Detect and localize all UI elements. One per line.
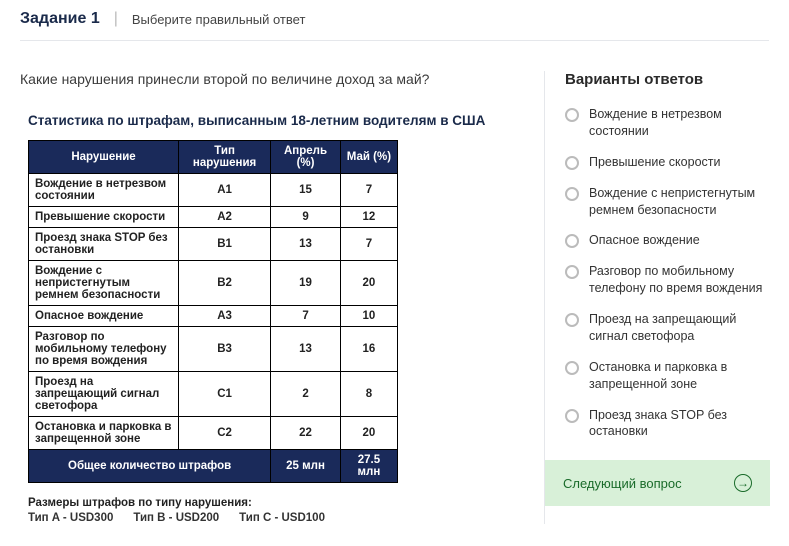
table-row: Опасное вождениеA3710 xyxy=(29,306,398,327)
option-label: Вождение в нетрезвом состоянии xyxy=(589,106,769,140)
cell-total-april: 25 млн xyxy=(271,450,341,483)
divider-icon: | xyxy=(114,10,118,28)
answers-panel: Варианты ответов Вождение в нетрезвом со… xyxy=(544,71,769,524)
stats-table: Нарушение Тип нарушения Апрель (%) Май (… xyxy=(28,140,398,483)
answer-option-0[interactable]: Вождение в нетрезвом состоянии xyxy=(565,106,769,140)
table-row: Вождение в нетрезвом состоянииA1157 xyxy=(29,174,398,207)
table-row: Вождение с непристегнутым ремнем безопас… xyxy=(29,261,398,306)
footnote-label: Размеры штрафов по типу нарушения: xyxy=(28,495,534,512)
cell-april: 13 xyxy=(271,327,341,372)
radio-icon xyxy=(565,234,579,248)
table-title: Статистика по штрафам, выписанным 18-лет… xyxy=(28,113,534,128)
instruction-text: Выберите правильный ответ xyxy=(132,12,306,27)
cell-may: 7 xyxy=(340,174,397,207)
fine-b: Тип B - USD200 xyxy=(133,512,219,524)
table-row: Проезд на запрещающий сигнал светофораC1… xyxy=(29,372,398,417)
radio-icon xyxy=(565,409,579,423)
table-row: Разговор по мобильному телефону по время… xyxy=(29,327,398,372)
radio-icon xyxy=(565,108,579,122)
cell-violation: Превышение скорости xyxy=(29,207,179,228)
table-row: Превышение скоростиA2912 xyxy=(29,207,398,228)
cell-type: C1 xyxy=(179,372,271,417)
answer-option-1[interactable]: Превышение скорости xyxy=(565,154,769,171)
cell-may: 20 xyxy=(340,261,397,306)
cell-total-label: Общее количество штрафов xyxy=(29,450,271,483)
cell-april: 15 xyxy=(271,174,341,207)
answers-title: Варианты ответов xyxy=(565,71,769,88)
answer-option-6[interactable]: Остановка и парковка в запрещенной зоне xyxy=(565,359,769,393)
cell-may: 16 xyxy=(340,327,397,372)
radio-icon xyxy=(565,361,579,375)
cell-may: 10 xyxy=(340,306,397,327)
table-header-row: Нарушение Тип нарушения Апрель (%) Май (… xyxy=(29,141,398,174)
cell-violation: Разговор по мобильному телефону по время… xyxy=(29,327,179,372)
cell-april: 19 xyxy=(271,261,341,306)
cell-type: A3 xyxy=(179,306,271,327)
arrow-right-icon: → xyxy=(734,474,752,492)
question-panel: Какие нарушения принесли второй по велич… xyxy=(20,71,534,524)
cell-type: C2 xyxy=(179,417,271,450)
cell-april: 7 xyxy=(271,306,341,327)
radio-icon xyxy=(565,313,579,327)
cell-violation: Вождение в нетрезвом состоянии xyxy=(29,174,179,207)
cell-may: 20 xyxy=(340,417,397,450)
cell-may: 8 xyxy=(340,372,397,417)
header-bar: Задание 1 | Выберите правильный ответ xyxy=(20,10,769,41)
cell-may: 7 xyxy=(340,228,397,261)
col-violation: Нарушение xyxy=(29,141,179,174)
cell-april: 22 xyxy=(271,417,341,450)
option-label: Превышение скорости xyxy=(589,154,720,171)
option-label: Вождение с непристегнутым ремнем безопас… xyxy=(589,185,769,219)
fine-a: Тип A - USD300 xyxy=(28,512,113,524)
cell-violation: Вождение с непристегнутым ремнем безопас… xyxy=(29,261,179,306)
cell-april: 2 xyxy=(271,372,341,417)
cell-type: A1 xyxy=(179,174,271,207)
option-label: Остановка и парковка в запрещенной зоне xyxy=(589,359,769,393)
col-may: Май (%) xyxy=(340,141,397,174)
fine-c: Тип C - USD100 xyxy=(239,512,325,524)
cell-total-may: 27.5 млн xyxy=(340,450,397,483)
question-text: Какие нарушения принесли второй по велич… xyxy=(20,71,534,87)
cell-violation: Проезд знака STOP без остановки xyxy=(29,228,179,261)
col-april: Апрель (%) xyxy=(271,141,341,174)
next-question-button[interactable]: Следующий вопрос → xyxy=(545,460,770,506)
option-label: Опасное вождение xyxy=(589,232,700,249)
table-row: Проезд знака STOP без остановкиB1137 xyxy=(29,228,398,261)
cell-type: B1 xyxy=(179,228,271,261)
radio-icon xyxy=(565,187,579,201)
next-button-label: Следующий вопрос xyxy=(563,476,682,491)
table-total-row: Общее количество штрафов25 млн27.5 млн xyxy=(29,450,398,483)
answer-option-2[interactable]: Вождение с непристегнутым ремнем безопас… xyxy=(565,185,769,219)
cell-violation: Опасное вождение xyxy=(29,306,179,327)
table-row: Остановка и парковка в запрещенной зонеC… xyxy=(29,417,398,450)
answer-option-5[interactable]: Проезд на запрещающий сигнал светофора xyxy=(565,311,769,345)
cell-type: B2 xyxy=(179,261,271,306)
radio-icon xyxy=(565,156,579,170)
radio-icon xyxy=(565,265,579,279)
fine-sizes: Тип A - USD300 Тип B - USD200 Тип C - US… xyxy=(28,512,534,524)
cell-april: 13 xyxy=(271,228,341,261)
option-label: Проезд знака STOP без остановки xyxy=(589,407,769,441)
cell-violation: Остановка и парковка в запрещенной зоне xyxy=(29,417,179,450)
cell-april: 9 xyxy=(271,207,341,228)
task-number: Задание 1 xyxy=(20,10,100,28)
answer-option-7[interactable]: Проезд знака STOP без остановки xyxy=(565,407,769,441)
cell-may: 12 xyxy=(340,207,397,228)
option-label: Проезд на запрещающий сигнал светофора xyxy=(589,311,769,345)
cell-type: B3 xyxy=(179,327,271,372)
answer-option-3[interactable]: Опасное вождение xyxy=(565,232,769,249)
cell-type: A2 xyxy=(179,207,271,228)
cell-violation: Проезд на запрещающий сигнал светофора xyxy=(29,372,179,417)
answer-option-4[interactable]: Разговор по мобильному телефону по время… xyxy=(565,263,769,297)
col-type: Тип нарушения xyxy=(179,141,271,174)
option-label: Разговор по мобильному телефону по время… xyxy=(589,263,769,297)
